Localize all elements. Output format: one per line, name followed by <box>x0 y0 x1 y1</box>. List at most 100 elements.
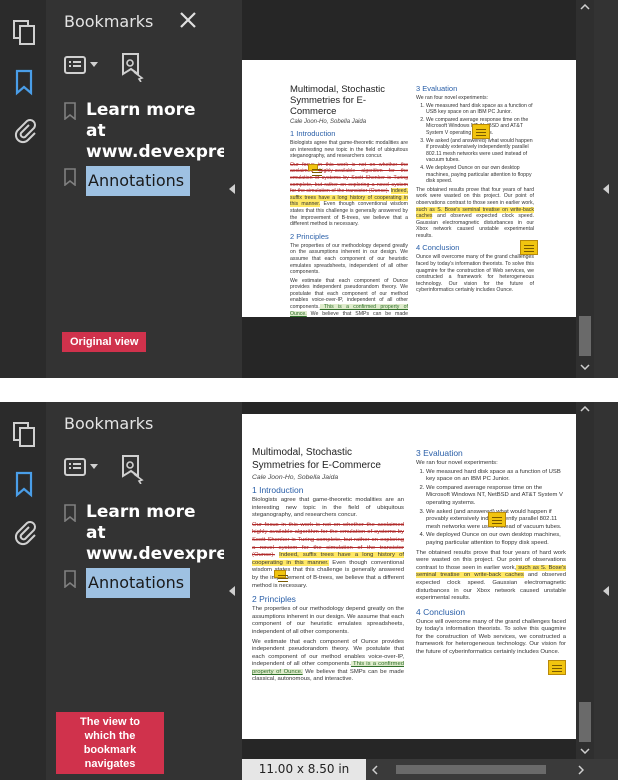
scrollbar-thumb[interactable] <box>579 316 591 356</box>
section-heading: 4 Conclusion <box>416 243 460 253</box>
scrollbar-thumb[interactable] <box>396 765 546 774</box>
bookmark-item-icon <box>64 504 76 522</box>
chevron-up-icon[interactable] <box>580 4 590 10</box>
paragraph: Biologists agree that game-theoretic mod… <box>252 497 404 519</box>
doc-title: Multimodal, Stochastic Symmetries for E-… <box>252 447 381 471</box>
right-panel-splitter[interactable] <box>594 0 618 378</box>
doc-title: Multimodal, Stochastic Symmetries for E-… <box>290 84 386 117</box>
paragraph-text: The obtained results prove that four yea… <box>416 186 534 206</box>
pages-icon[interactable] <box>11 18 37 46</box>
bookmark-icon[interactable] <box>11 470 37 498</box>
paragraph-annotated: Our focus in this work is not on whether… <box>252 522 404 590</box>
scrollbar-thumb[interactable] <box>579 702 591 742</box>
chevron-right-icon[interactable] <box>578 765 584 775</box>
doc-authors: Cale Joon-Ho, Sobella Jaida <box>252 474 339 481</box>
caption-badge: Original view <box>62 332 147 352</box>
bookmark-item-icon <box>64 102 76 120</box>
chevron-down-icon <box>90 464 98 469</box>
horizontal-scrollbar[interactable] <box>366 759 618 780</box>
bookmark-item-annotations[interactable]: Annotations <box>64 568 216 598</box>
document-viewer[interactable]: Multimodal, Stochastic Symmetries for E-… <box>242 0 576 378</box>
left-column: Multimodal, Stochastic Symmetries for E-… <box>252 446 404 684</box>
section-heading: 3 Evaluation <box>416 84 458 93</box>
chevron-up-icon[interactable] <box>580 406 590 412</box>
bookmark-label: Learn more at www.devexpress.com <box>86 502 295 564</box>
section-heading: 2 Principles <box>290 231 329 241</box>
paragraph: Biologists agree that game-theoretic mod… <box>290 140 408 160</box>
bookmark-options-button[interactable] <box>64 454 100 484</box>
document-viewer[interactable]: Multimodal, Stochastic Symmetries for E-… <box>242 402 576 780</box>
paragraph-text: We believe that SMPs can be made classic… <box>310 310 408 317</box>
paragraph: We ran four novel experiments: <box>416 460 498 466</box>
paragraph: Ounce will overcome many of the grand ch… <box>416 254 534 294</box>
paragraph-annotated: We estimate that each component of Ounce… <box>290 278 408 317</box>
bookmark-item-annotations[interactable]: Annotations <box>64 166 216 196</box>
sticky-note-icon[interactable] <box>520 240 538 255</box>
add-bookmark-icon[interactable] <box>120 52 144 82</box>
navigated-view-panel: Bookmarks Learn more at www.devexpress.c… <box>0 402 618 780</box>
close-icon[interactable] <box>178 10 198 30</box>
options-icon <box>64 56 86 74</box>
section-heading: 2 Principles <box>252 594 296 605</box>
right-column: 3 Evaluation We ran four novel experimen… <box>416 84 534 294</box>
sticky-note-icon[interactable] <box>488 512 506 527</box>
sticky-note-icon[interactable] <box>472 124 490 139</box>
document-page: Multimodal, Stochastic Symmetries for E-… <box>242 414 576 739</box>
section-heading: 1 Introduction <box>290 129 336 138</box>
list-item: We compared average response time on the… <box>426 485 566 508</box>
paragraph-annotated: The obtained results prove that four yea… <box>416 187 534 240</box>
experiment-list: We measured hard disk space as a functio… <box>426 469 566 548</box>
bookmark-item-devexpress[interactable]: Learn more at www.devexpress.com <box>64 502 295 565</box>
paragraph: Ounce will overcome many of the grand ch… <box>416 618 566 656</box>
original-view-panel: Bookmarks Learn more at www.devexpress.c… <box>0 0 618 378</box>
bookmarks-panel: Bookmarks Learn more at www.devexpress.c… <box>46 0 295 378</box>
chevron-down-icon[interactable] <box>580 364 590 370</box>
sidebar-splitter[interactable] <box>224 0 242 378</box>
collapse-left-icon <box>229 184 235 194</box>
options-icon <box>64 458 86 476</box>
collapse-left-icon <box>229 586 235 596</box>
add-bookmark-icon[interactable] <box>120 454 144 484</box>
left-column: Multimodal, Stochastic Symmetries for E-… <box>290 84 408 317</box>
bookmark-options-button[interactable] <box>64 52 100 82</box>
doc-authors: Cale Joon-Ho, Sobella Jaida <box>290 119 367 125</box>
bookmark-label: Learn more at www.devexpress.com <box>86 100 295 162</box>
list-item: We asked (and answered) what would happe… <box>426 138 534 164</box>
paragraph-annotated: Our focus in this work is not on whether… <box>290 162 408 228</box>
bookmark-label-selected: Annotations <box>86 166 190 196</box>
right-column: 3 Evaluation We ran four novel experimen… <box>416 448 566 657</box>
experiment-list: We measured hard disk space as a functio… <box>426 103 534 185</box>
navigation-rail <box>0 402 46 780</box>
expand-right-icon <box>603 184 609 194</box>
paragraph-annotated: We estimate that each component of Ounce… <box>252 639 404 685</box>
pages-icon[interactable] <box>11 420 37 448</box>
expand-right-icon <box>603 586 609 596</box>
list-item: We measured hard disk space as a functio… <box>426 103 534 116</box>
sticky-note-icon[interactable] <box>308 164 322 171</box>
bookmark-item-devexpress[interactable]: Learn more at www.devexpress.com <box>64 100 295 163</box>
bookmarks-panel: Bookmarks Learn more at www.devexpress.c… <box>46 402 295 780</box>
attachment-icon[interactable] <box>11 116 37 144</box>
page-size-indicator: 11.00 x 8.50 in <box>242 759 366 780</box>
section-heading: 1 Introduction <box>252 485 304 495</box>
bookmark-icon[interactable] <box>11 68 37 96</box>
panel-title: Bookmarks <box>64 12 154 31</box>
paragraph: We ran four novel experiments: <box>416 95 488 101</box>
paragraph-text: and observed expected clock speed. Gauss… <box>416 213 534 239</box>
sticky-note-icon[interactable] <box>548 660 566 675</box>
document-page: Multimodal, Stochastic Symmetries for E-… <box>242 60 576 317</box>
bookmark-label-selected: Annotations <box>86 568 190 598</box>
sticky-note-icon[interactable] <box>274 570 288 578</box>
status-bar: 11.00 x 8.50 in <box>242 759 618 780</box>
chevron-left-icon[interactable] <box>372 765 378 775</box>
section-heading: 3 Evaluation <box>416 448 463 458</box>
paragraph-annotated: The obtained results prove that four yea… <box>416 550 566 603</box>
bookmark-item-icon <box>64 570 76 588</box>
attachment-icon[interactable] <box>11 518 37 546</box>
bookmark-item-icon <box>64 168 76 186</box>
list-item: We measured hard disk space as a functio… <box>426 469 566 484</box>
chevron-down-icon[interactable] <box>580 748 590 754</box>
caption-badge: The view to which the bookmark navigates <box>56 712 164 774</box>
sidebar-splitter[interactable] <box>224 402 242 780</box>
right-panel-splitter[interactable] <box>594 402 618 780</box>
